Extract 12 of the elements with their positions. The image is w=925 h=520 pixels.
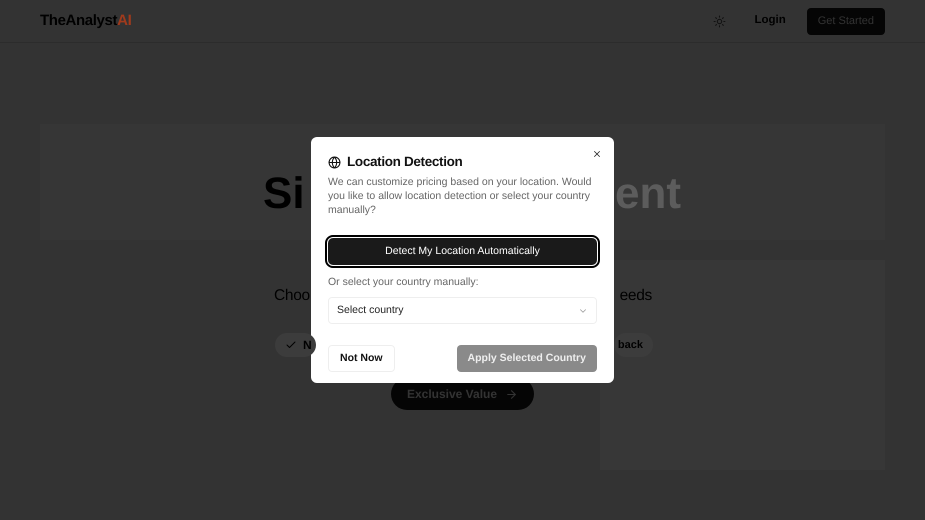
dialog-title: Location Detection (347, 153, 462, 171)
detect-location-button[interactable]: Detect My Location Automatically (328, 238, 597, 266)
globe-icon (328, 156, 341, 169)
not-now-button[interactable]: Not Now (328, 345, 395, 372)
feature-text: back (618, 338, 643, 353)
country-select[interactable]: Select country (328, 297, 597, 324)
feature-text: N (303, 337, 312, 354)
manual-label: Or select your country manually: (328, 275, 480, 290)
arrow-right-icon (505, 388, 518, 401)
close-icon[interactable] (592, 149, 602, 159)
dialog-description: We can customize pricing based on your location. Would you like to allow location detection or select your country manually? (328, 175, 592, 218)
theme-toggle-icon[interactable] (713, 14, 726, 28)
